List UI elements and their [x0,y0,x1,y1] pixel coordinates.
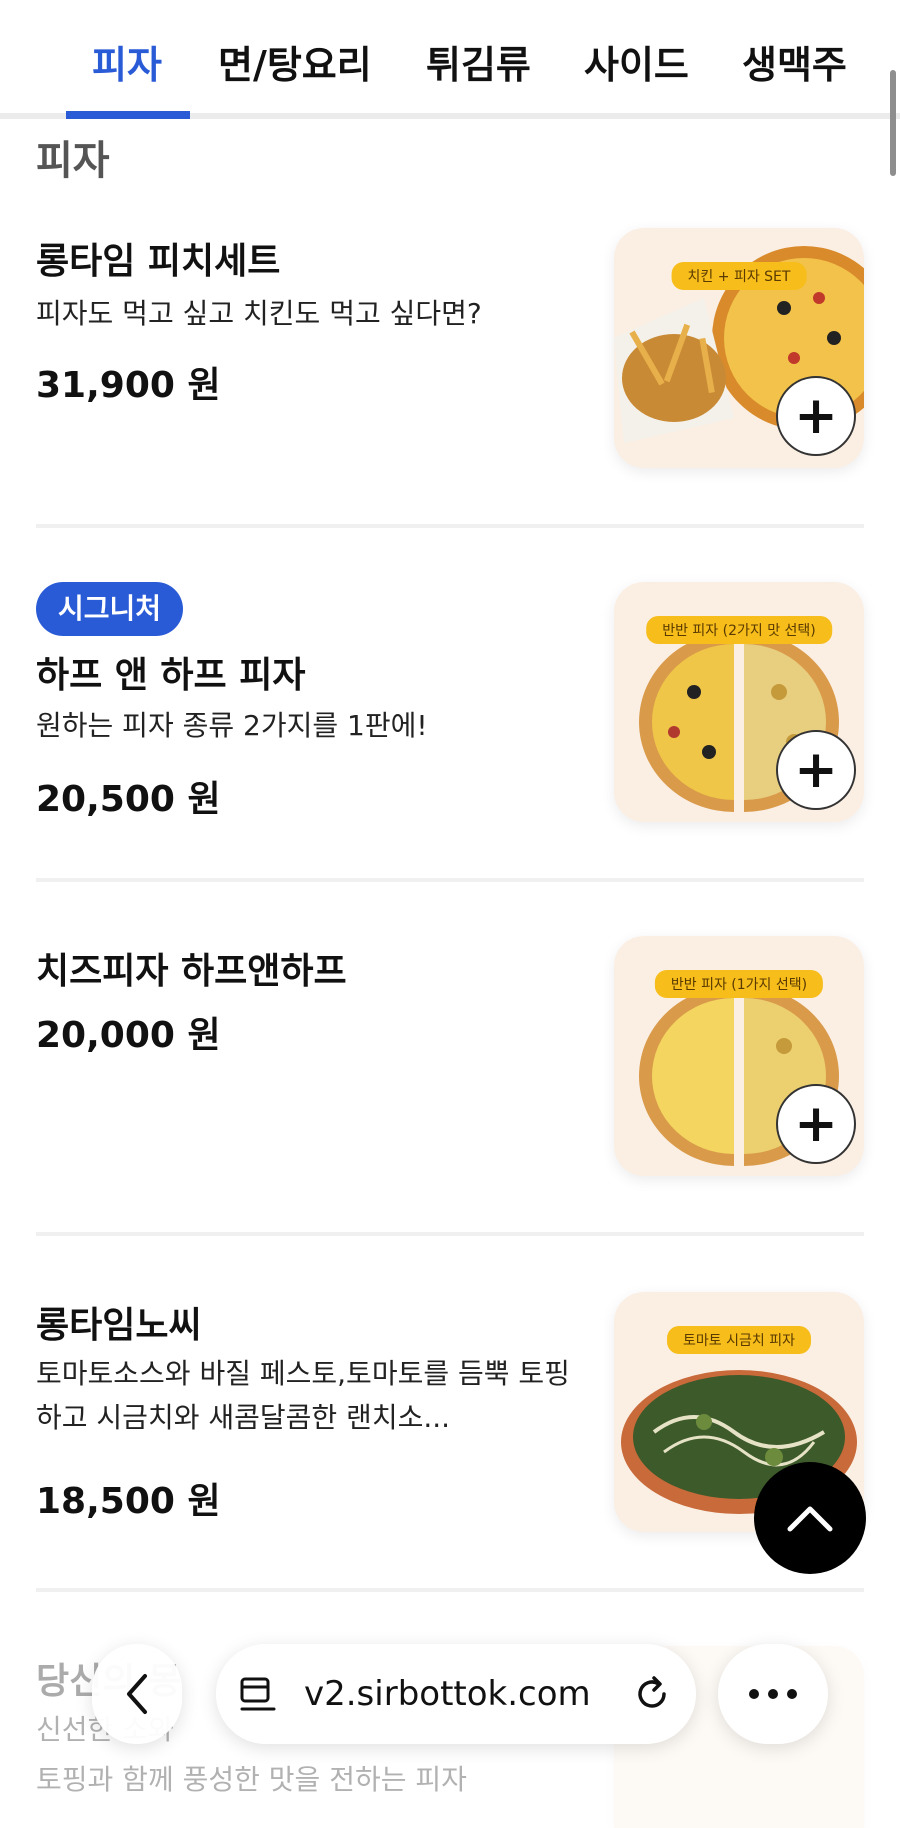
scrollbar[interactable] [890,70,896,176]
item-image[interactable]: 반반 피자 (1가지 선택) + [614,936,864,1176]
section-title: 피자 [36,138,110,184]
item-divider [36,878,864,882]
image-label: 치킨 + 피자 SET [671,262,807,290]
tab-noodles-soup[interactable]: 면/탕요리 [218,34,372,89]
plus-icon: + [794,740,838,800]
tab-overview-icon[interactable] [238,1676,278,1714]
item-name: 하프 앤 하프 피자 [36,655,306,696]
tab-draft-beer[interactable]: 생맥주 [742,34,847,89]
item-name: 롱타임 피치세트 [36,241,281,282]
item-image[interactable]: 반반 피자 (2가지 맛 선택) + [614,582,864,822]
tab-pizza[interactable]: 피자 [92,34,162,89]
item-price: 18,500 원 [36,1481,221,1522]
add-to-cart-button[interactable]: + [776,730,856,810]
back-button[interactable] [92,1644,182,1744]
image-label: 토마토 시금치 피자 [667,1326,811,1354]
more-options-button[interactable] [718,1644,828,1744]
tab-side[interactable]: 사이드 [584,34,689,89]
item-price: 20,500 원 [36,779,221,820]
item-desc: 피자도 먹고 싶고 치킨도 먹고 싶다면? [36,297,482,330]
scroll-top-button[interactable] [754,1462,866,1574]
plus-icon: + [794,1094,838,1154]
item-price: 31,900 원 [36,365,221,406]
reload-icon[interactable] [632,1674,672,1714]
chevron-left-icon [127,1674,147,1714]
tab-fried[interactable]: 튀김류 [426,34,531,89]
item-divider [36,524,864,528]
add-to-cart-button[interactable]: + [776,376,856,456]
add-to-cart-button[interactable]: + [776,1084,856,1164]
signature-badge: 시그니처 [36,582,184,636]
item-image[interactable]: 치킨 + 피자 SET + [614,228,864,468]
item-name: 치즈피자 하프앤하프 [36,951,347,992]
image-label: 반반 피자 (2가지 맛 선택) [646,616,832,644]
browser-toolbar: v2.sirbottok.com [0,1632,900,1792]
item-divider [36,1232,864,1236]
more-dots-icon [749,1689,797,1699]
item-name: 롱타임노씨 [36,1305,202,1346]
chevron-up-icon [787,1506,833,1532]
item-price: 20,000 원 [36,1015,221,1056]
item-desc: 토마토소스와 바질 페스토,토마토를 듬뿍 토핑하고 시금치와 새콤달콤한 랜치… [36,1357,570,1434]
image-label: 반반 피자 (1가지 선택) [654,970,824,998]
item-divider [36,1588,864,1592]
address-bar[interactable]: v2.sirbottok.com [216,1644,696,1744]
url-text: v2.sirbottok.com [304,1674,591,1714]
tab-active-indicator [66,111,190,119]
item-desc: 원하는 피자 종류 2가지를 1판에! [36,709,428,742]
plus-icon: + [794,386,838,446]
category-tab-bar: 피자 면/탕요리 튀김류 사이드 생맥주 [0,0,900,120]
